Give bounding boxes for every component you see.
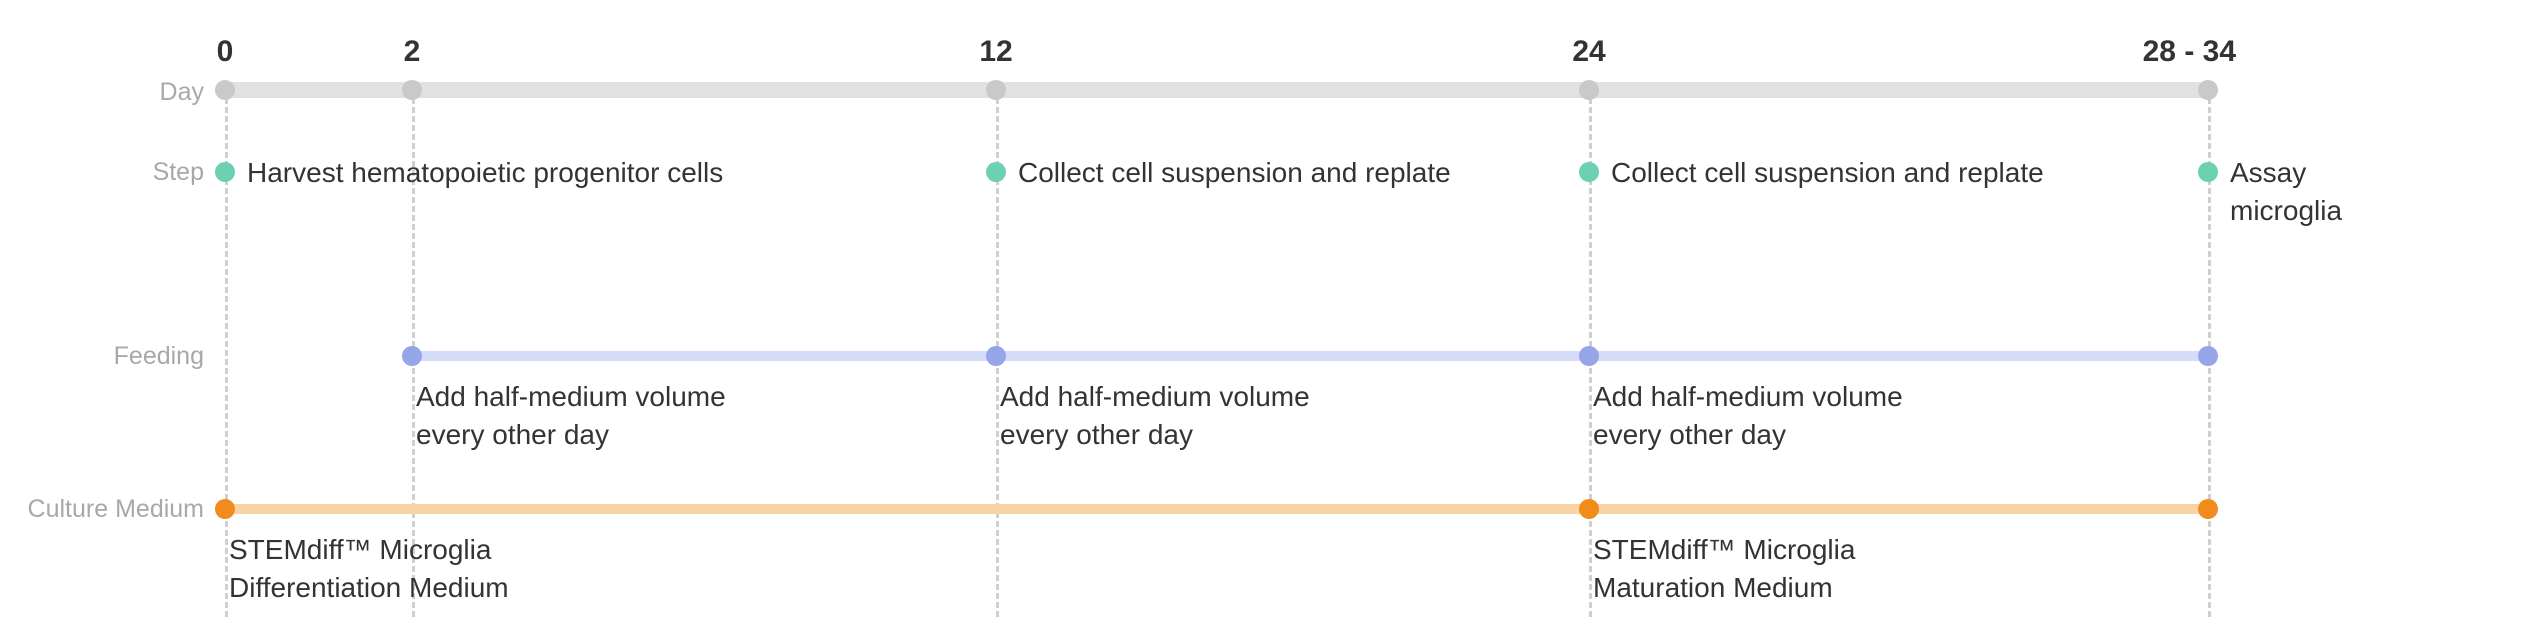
feeding-text: Add half-medium volume every other day <box>416 378 726 454</box>
day-tick-label: 12 <box>979 35 1012 69</box>
step-text: Assay microglia <box>2230 154 2342 230</box>
step-text: Collect cell suspension and replate <box>1018 154 1451 192</box>
feeding-dot <box>986 346 1006 366</box>
row-label-day: Day <box>160 78 204 107</box>
row-label-feeding: Feeding <box>114 342 204 371</box>
day-tick-label: 28 - 34 <box>2143 35 2236 69</box>
row-label-culture-medium: Culture Medium <box>28 495 204 524</box>
day-tick-label: 24 <box>1572 35 1605 69</box>
feeding-dot <box>402 346 422 366</box>
day-tick-dot <box>215 80 235 100</box>
feeding-dot <box>2198 346 2218 366</box>
day-tick-dot <box>402 80 422 100</box>
culture-medium-text: STEMdiff™ Microglia Maturation Medium <box>1593 531 1855 607</box>
step-dot <box>215 162 235 182</box>
day-tick-dot <box>2198 80 2218 100</box>
culture-medium-text: STEMdiff™ Microglia Differentiation Medi… <box>229 531 509 607</box>
feeding-bar <box>412 351 2208 361</box>
day-tick-dot <box>986 80 1006 100</box>
day-tick-label: 2 <box>404 35 421 69</box>
step-dot <box>1579 162 1599 182</box>
culture-medium-bar <box>225 504 2208 514</box>
feeding-text: Add half-medium volume every other day <box>1000 378 1310 454</box>
day-axis-bar <box>225 82 2208 98</box>
step-text: Harvest hematopoietic progenitor cells <box>247 154 723 192</box>
culture-medium-dot <box>2198 499 2218 519</box>
step-dot <box>2198 162 2218 182</box>
step-dot <box>986 162 1006 182</box>
feeding-text: Add half-medium volume every other day <box>1593 378 1903 454</box>
row-label-step: Step <box>153 158 204 187</box>
culture-medium-dot <box>1579 499 1599 519</box>
day-tick-dot <box>1579 80 1599 100</box>
day-tick-label: 0 <box>217 35 234 69</box>
culture-medium-dot <box>215 499 235 519</box>
step-text: Collect cell suspension and replate <box>1611 154 2044 192</box>
feeding-dot <box>1579 346 1599 366</box>
protocol-timeline: Day Step Feeding Culture Medium 0 2 12 24 28… <box>0 0 2534 633</box>
